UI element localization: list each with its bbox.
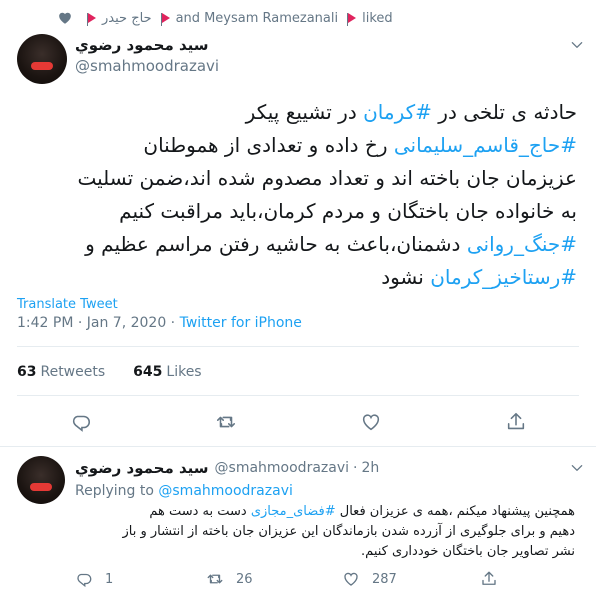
reply-retweet-action-wrap: 26 bbox=[206, 570, 253, 588]
replying-to-handle[interactable]: @smahmoodrazavi bbox=[158, 483, 292, 499]
tweet-line: حادثه ی تلخی در #کرمان در تشییع پیکر bbox=[17, 96, 577, 129]
tweet-line: #جنگ_روانی دشمنان،باعث به حاشیه رفتن مرا… bbox=[17, 228, 577, 261]
share-icon[interactable] bbox=[505, 411, 527, 433]
flag-icon bbox=[160, 13, 170, 26]
tweet-source[interactable]: Twitter for iPhone bbox=[180, 315, 302, 331]
tweet-line: به خانواده جان باختگان و مردم کرمان،باید… bbox=[17, 195, 577, 228]
replying-label: Replying to bbox=[75, 483, 154, 499]
heart-icon bbox=[59, 12, 71, 24]
divider bbox=[0, 446, 596, 447]
engagement-stats: 63 Retweets 645 Likes bbox=[17, 364, 202, 380]
hashtag-link[interactable]: #رستاخیز_کرمان bbox=[430, 265, 577, 289]
tweet-text-span: رخ داده و تعدادی از هموطنان bbox=[143, 133, 394, 157]
likes-stat[interactable]: 645 Likes bbox=[133, 364, 201, 380]
tweet-line: #رستاخیز_کرمان نشود bbox=[17, 261, 577, 294]
reply-avatar[interactable] bbox=[17, 456, 65, 504]
retweets-label: Retweets bbox=[40, 364, 106, 380]
liker-name-1[interactable]: حاج حیدر bbox=[102, 11, 152, 26]
reply-icon bbox=[77, 573, 92, 588]
reply-line: دهیم و برای جلوگیری از آزرده شدن بازماند… bbox=[75, 522, 576, 542]
hashtag-link[interactable]: #حاج_قاسم_سلیمانی bbox=[394, 133, 577, 157]
reply-text-span: دست به دست هم bbox=[149, 504, 251, 519]
reply-retweets-count: 26 bbox=[236, 571, 253, 587]
reply-like-action[interactable]: 287 bbox=[342, 570, 397, 588]
likes-label: Likes bbox=[166, 364, 202, 380]
chevron-down-icon[interactable] bbox=[570, 38, 584, 52]
hashtag-link[interactable]: #جنگ_روانی bbox=[467, 232, 577, 256]
hashtag-link[interactable]: #کرمان bbox=[363, 100, 432, 124]
avatar[interactable] bbox=[17, 34, 67, 84]
reply-retweet-action[interactable]: 26 bbox=[206, 570, 253, 588]
retweets-count: 63 bbox=[17, 364, 37, 380]
tweet-text: حادثه ی تلخی در #کرمان در تشییع پیکر #حاج… bbox=[17, 96, 577, 294]
reply-age[interactable]: 2h bbox=[361, 460, 379, 476]
reply-line: نشر تصاویر جان باختگان خودداری کنیم. bbox=[75, 542, 575, 562]
reply-dot: · bbox=[353, 460, 358, 476]
replying-to: Replying to @smahmoodrazavi bbox=[75, 483, 293, 499]
tweet-text-span: به خانواده جان باختگان و مردم کرمان،باید… bbox=[119, 199, 577, 223]
author-handle[interactable]: @smahmoodrazavi bbox=[75, 57, 219, 75]
reply-header: سيد محمود رضوي @smahmoodrazavi · 2h bbox=[75, 459, 379, 477]
reply-icon[interactable] bbox=[70, 411, 92, 433]
reply-author-name[interactable]: سيد محمود رضوي bbox=[75, 459, 209, 477]
tweet-text-span: دشمنان،باعث به حاشیه رفتن مراسم عظیم و bbox=[85, 232, 467, 256]
reply-actions: 1 bbox=[75, 570, 113, 588]
hashtag-link[interactable]: #فضای_مجازی bbox=[251, 504, 336, 519]
reply-text-span: همچنین پیشنهاد میکنم ،همه ی عزیزان فعال bbox=[335, 504, 575, 519]
likes-count: 645 bbox=[133, 364, 163, 380]
share-icon[interactable] bbox=[480, 570, 498, 588]
flag-icon bbox=[87, 13, 96, 26]
chevron-down-icon[interactable] bbox=[570, 461, 584, 475]
reply-text-span: دهیم و برای جلوگیری از آزرده شدن بازماند… bbox=[122, 524, 576, 539]
author-name[interactable]: سيد محمود رضوي bbox=[75, 36, 209, 54]
reply-likes-count: 287 bbox=[372, 571, 397, 587]
like-icon bbox=[344, 572, 358, 586]
like-icon[interactable] bbox=[360, 411, 382, 433]
tweet-line: #حاج_قاسم_سلیمانی رخ داده و تعدادی از هم… bbox=[17, 129, 577, 162]
liker-name-2[interactable]: Meysam Ramezanali bbox=[204, 11, 338, 26]
reply-text-span: نشر تصاویر جان باختگان خودداری کنیم. bbox=[361, 544, 575, 559]
reply-text: همچنین پیشنهاد میکنم ،همه ی عزیزان فعال … bbox=[75, 502, 576, 562]
tweet-text-span: در تشییع پیکر bbox=[245, 100, 364, 124]
retweet-icon bbox=[207, 574, 223, 584]
divider bbox=[17, 346, 579, 347]
tweet-text-span: عزیزمان جان باخته اند و تعداد مصدوم شده … bbox=[77, 166, 577, 190]
tweet-line: عزیزمان جان باخته اند و تعداد مصدوم شده … bbox=[17, 162, 577, 195]
reply-line: همچنین پیشنهاد میکنم ،همه ی عزیزان فعال … bbox=[75, 502, 575, 522]
reply-replies-count: 1 bbox=[105, 571, 114, 587]
reply-reply-action[interactable]: 1 bbox=[75, 570, 113, 588]
liked-label: liked bbox=[362, 10, 393, 26]
reply-like-action-wrap: 287 bbox=[342, 570, 397, 588]
liked-by-bar: حاج حیدر and Meysam Ramezanali liked bbox=[58, 9, 393, 27]
reply-author-handle[interactable]: @smahmoodrazavi bbox=[215, 460, 349, 476]
translate-tweet-link[interactable]: Translate Tweet bbox=[17, 297, 118, 312]
tweet-text-span: حادثه ی تلخی در bbox=[431, 100, 577, 124]
divider bbox=[17, 395, 579, 396]
flag-icon bbox=[347, 13, 357, 26]
liked-and: and bbox=[175, 10, 201, 26]
tweet-timestamp[interactable]: 1:42 PM · Jan 7, 2020 · bbox=[17, 315, 180, 331]
tweet-meta: 1:42 PM · Jan 7, 2020 · Twitter for iPho… bbox=[17, 315, 302, 331]
tweet-text-span: نشود bbox=[381, 265, 431, 289]
retweet-icon[interactable] bbox=[215, 411, 237, 433]
retweets-stat[interactable]: 63 Retweets bbox=[17, 364, 105, 380]
